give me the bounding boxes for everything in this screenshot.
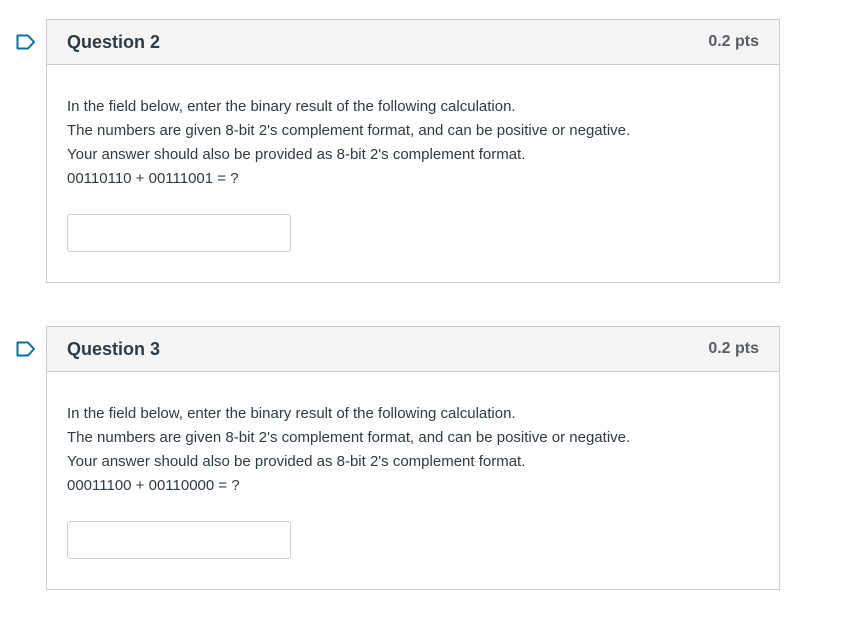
answer-input[interactable] [67,214,291,252]
question-calculation: 00110110 + 00111001 = ? [67,170,239,187]
question-text: In the field below, enter the binary res… [47,65,779,191]
flag-icon[interactable] [16,341,36,357]
question-text-line: The numbers are given 8-bit 2's compleme… [67,122,631,139]
question-header: Question 2 0.2 pts [47,20,779,65]
question-title: Question 3 [67,339,161,359]
question-points: 0.2 pts [708,340,759,357]
question-2: Question 2 0.2 pts In the field below, e… [16,19,780,283]
answer-input[interactable] [67,521,291,559]
question-text: In the field below, enter the binary res… [47,372,779,498]
quiz-page: Question 2 0.2 pts In the field below, e… [0,0,841,627]
question-text-line: In the field below, enter the binary res… [67,98,516,115]
question-text-line: In the field below, enter the binary res… [67,405,516,422]
question-text-line: Your answer should also be provided as 8… [67,453,526,470]
question-text-line: Your answer should also be provided as 8… [67,146,526,163]
question-title: Question 2 [67,32,161,52]
question-header: Question 3 0.2 pts [47,327,779,372]
question-points: 0.2 pts [708,33,759,50]
question-3: Question 3 0.2 pts In the field below, e… [16,326,780,590]
question-calculation: 00011100 + 00110000 = ? [67,477,240,494]
flag-icon[interactable] [16,34,36,50]
question-text-line: The numbers are given 8-bit 2's compleme… [67,429,631,446]
